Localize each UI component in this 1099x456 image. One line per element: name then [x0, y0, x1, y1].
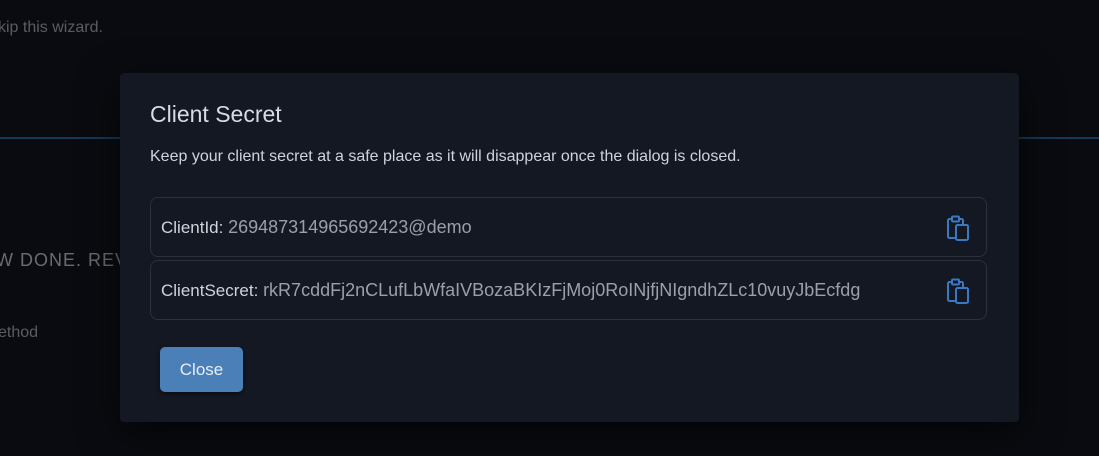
client-secret-dialog: Client Secret Keep your client secret at…: [120, 73, 1019, 422]
close-button[interactable]: Close: [160, 347, 243, 392]
clipboard-icon: [947, 278, 969, 304]
client-secret-label: ClientSecret:: [161, 281, 259, 300]
client-secret-value: rkR7cddFj2nCLufLbWfaIVBozaBKIzFjMoj0RoIN…: [263, 280, 861, 300]
client-id-value: 269487314965692423@demo: [228, 217, 472, 237]
client-id-field: ClientId: 269487314965692423@demo: [150, 197, 987, 257]
dialog-title: Client Secret: [150, 101, 282, 127]
copy-client-id-button[interactable]: [946, 215, 970, 241]
clipboard-icon: [947, 215, 969, 241]
page: kip this wizard. W DONE. REV ethod Clien…: [0, 0, 1099, 456]
client-secret-field: ClientSecret: rkR7cddFj2nCLufLbWfaIVBoza…: [150, 260, 987, 320]
copy-client-secret-button[interactable]: [946, 278, 970, 304]
dialog-description: Keep your client secret at a safe place …: [150, 148, 741, 165]
client-id-label: ClientId:: [161, 218, 224, 237]
